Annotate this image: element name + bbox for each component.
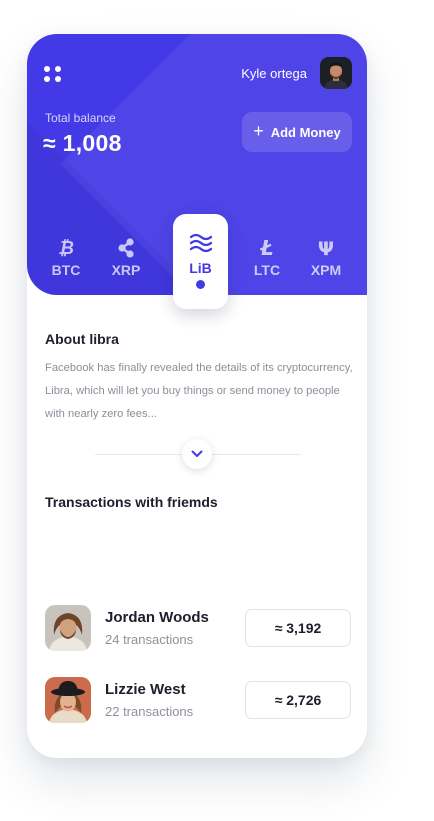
coin-tab-ltc[interactable]: Ł LTC bbox=[242, 234, 292, 278]
libra-icon bbox=[173, 232, 228, 258]
transaction-row[interactable]: Jordan Woods 24 transactions ≈ 3,192 bbox=[45, 605, 353, 653]
about-text: Facebook has finally revealed the detail… bbox=[45, 362, 353, 420]
balance-value: ≈ 1,008 bbox=[43, 130, 122, 156]
ripple-icon bbox=[101, 234, 151, 262]
coin-label: BTC bbox=[51, 262, 81, 278]
coin-tab-xpm[interactable]: Ψ XPM bbox=[301, 234, 351, 278]
friend-avatar bbox=[45, 605, 91, 651]
coin-tab-lib[interactable]: LiB bbox=[173, 214, 228, 309]
transaction-count: 24 transactions bbox=[105, 632, 194, 647]
coin-label: XRP bbox=[111, 262, 141, 278]
psi-icon: Ψ bbox=[301, 234, 351, 262]
bitcoin-icon: ₿ bbox=[41, 234, 91, 262]
plus-icon: + bbox=[253, 121, 264, 141]
transaction-row[interactable]: Lizzie West 22 transactions ≈ 2,726 bbox=[45, 677, 353, 725]
friend-name: Jordan Woods bbox=[105, 609, 209, 626]
coin-tab-btc[interactable]: ₿ BTC bbox=[41, 234, 91, 278]
coin-tab-xrp[interactable]: XRP bbox=[101, 234, 151, 278]
svg-text:₿: ₿ bbox=[58, 238, 74, 258]
balance-label: Total balance bbox=[45, 111, 116, 125]
friend-name: Lizzie West bbox=[105, 681, 186, 698]
transaction-amount[interactable]: ≈ 2,726 bbox=[245, 681, 351, 719]
transactions-title: Transactions with friemds bbox=[45, 494, 218, 510]
litecoin-icon: Ł bbox=[242, 234, 292, 262]
friend-avatar bbox=[45, 677, 91, 723]
menu-dots-icon[interactable] bbox=[44, 66, 64, 84]
add-money-label: Add Money bbox=[270, 124, 341, 140]
about-title: About libra bbox=[45, 331, 119, 347]
transaction-amount[interactable]: ≈ 3,192 bbox=[245, 609, 351, 647]
chevron-down-icon bbox=[191, 450, 203, 457]
svg-text:Ψ: Ψ bbox=[318, 238, 334, 258]
active-indicator-dot bbox=[196, 280, 205, 289]
transaction-count: 22 transactions bbox=[105, 704, 194, 719]
user-avatar[interactable] bbox=[320, 57, 352, 89]
svg-text:Ł: Ł bbox=[259, 238, 273, 258]
add-money-button[interactable]: + Add Money bbox=[242, 112, 352, 152]
coin-label: LTC bbox=[253, 262, 281, 278]
coin-label: LiB bbox=[189, 260, 212, 276]
coin-label: XPM bbox=[310, 262, 342, 278]
user-name[interactable]: Kyle ortega bbox=[241, 66, 307, 81]
expand-button[interactable] bbox=[182, 439, 212, 469]
phone-screen: Kyle ortega Total balance ≈ 1,008 + Add … bbox=[27, 34, 367, 758]
